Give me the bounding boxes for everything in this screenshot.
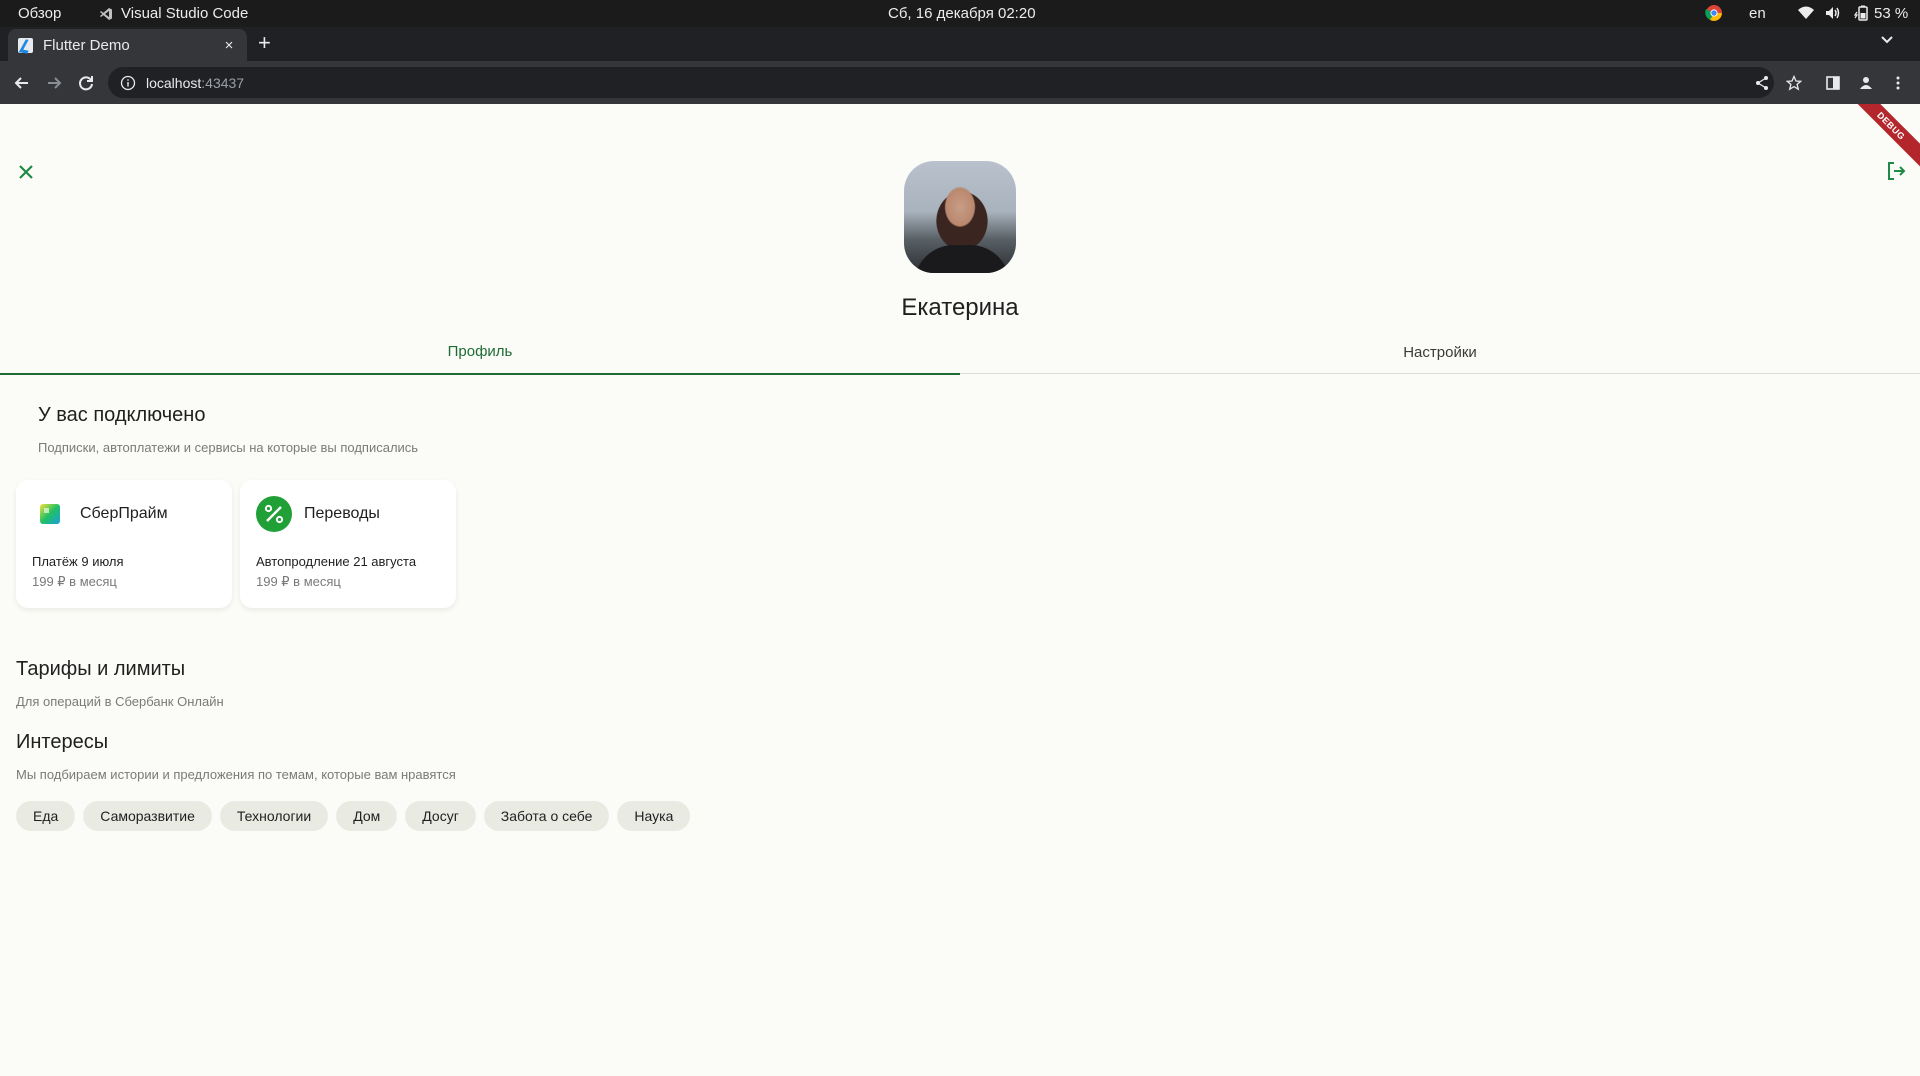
keyboard-layout[interactable]: en xyxy=(1749,5,1766,22)
wifi-icon[interactable] xyxy=(1797,4,1815,22)
interest-chip[interactable]: Технологии xyxy=(219,801,329,831)
logout-button[interactable] xyxy=(1884,159,1908,183)
subscription-card-sberprime[interactable]: СберПрайм Платёж 9 июля 199 ₽ в месяц xyxy=(16,480,232,608)
tab-profile[interactable]: Профиль xyxy=(0,330,960,375)
tab-settings[interactable]: Настройки xyxy=(960,330,1920,374)
person-icon xyxy=(1860,77,1872,89)
interests-subtitle: Мы подбираем истории и предложения по те… xyxy=(16,767,456,782)
avatar[interactable] xyxy=(904,161,1016,273)
battery-percent: 53 % xyxy=(1874,5,1909,22)
interests-title: Интересы xyxy=(16,731,109,753)
logout-icon xyxy=(1888,162,1906,180)
activities-button[interactable]: Обзор xyxy=(18,5,61,22)
card-name: СберПрайм xyxy=(80,505,168,522)
volume-icon[interactable] xyxy=(1824,4,1842,22)
star-icon xyxy=(1786,75,1802,91)
forward-button[interactable] xyxy=(43,72,65,94)
more-vert-icon xyxy=(1896,76,1900,90)
interest-chips: Еда Саморазвитие Технологии Дом Досуг За… xyxy=(16,801,691,831)
app-viewport: DEBUG Екатерина Профиль Настройки У вас … xyxy=(0,104,1920,1076)
connected-subtitle: Подписки, автоплатежи и сервисы на котор… xyxy=(38,440,419,455)
share-button[interactable] xyxy=(1751,72,1773,94)
clock[interactable]: Сб, 16 декабря 02:20 xyxy=(888,5,1036,22)
browser-tab[interactable]: Flutter Demo × xyxy=(8,29,247,61)
card-renewal-date: Автопродление 21 августа xyxy=(256,554,417,569)
card-price: 199 ₽ в месяц xyxy=(256,574,341,589)
active-app-label: Visual Studio Code xyxy=(121,5,249,22)
tab-search-chevron-icon[interactable] xyxy=(1880,33,1894,47)
profile-button[interactable] xyxy=(1855,72,1877,94)
chrome-icon[interactable] xyxy=(1705,4,1723,22)
battery-icon[interactable] xyxy=(1854,4,1872,22)
tariffs-subtitle: Для операций в Сбербанк Онлайн xyxy=(16,694,224,709)
percent-icon xyxy=(256,496,292,532)
side-panel-button[interactable] xyxy=(1822,72,1844,94)
tab-title: Flutter Demo xyxy=(43,36,130,54)
vscode-icon xyxy=(100,7,112,20)
card-price: 199 ₽ в месяц xyxy=(32,574,117,589)
interest-chip[interactable]: Саморазвитие xyxy=(83,801,212,831)
address-bar[interactable]: localhost:43437 xyxy=(108,67,1774,98)
flutter-favicon-icon xyxy=(18,37,33,53)
browser-toolbar: localhost:43437 xyxy=(0,61,1920,104)
share-icon xyxy=(1756,76,1768,90)
close-button[interactable] xyxy=(14,160,38,184)
card-payment-date: Платёж 9 июля xyxy=(32,554,124,569)
reload-button[interactable] xyxy=(75,72,97,94)
connected-title: У вас подключено xyxy=(38,404,206,426)
arrow-left-icon xyxy=(14,77,28,89)
tab-close-button[interactable]: × xyxy=(221,37,237,54)
interest-chip[interactable]: Еда xyxy=(16,801,76,831)
user-name: Екатерина xyxy=(901,294,1019,321)
sberprime-icon xyxy=(32,496,68,532)
tariffs-title[interactable]: Тарифы и лимиты xyxy=(16,658,185,681)
side-panel-icon xyxy=(1826,76,1840,90)
os-top-bar: Обзор Visual Studio Code Сб, 16 декабря … xyxy=(0,0,1920,27)
interest-chip[interactable]: Забота о себе xyxy=(483,801,610,831)
arrow-right-icon xyxy=(48,77,62,89)
interest-chip[interactable]: Досуг xyxy=(405,801,476,831)
new-tab-button[interactable]: + xyxy=(258,31,271,55)
close-icon xyxy=(19,165,33,179)
profile-tabs: Профиль Настройки xyxy=(0,330,1920,375)
url-port: :43437 xyxy=(201,74,245,91)
subscription-card-transfers[interactable]: Переводы Автопродление 21 августа 199 ₽ … xyxy=(240,480,456,608)
active-app-menu[interactable]: Visual Studio Code xyxy=(99,5,248,22)
bookmark-button[interactable] xyxy=(1783,72,1805,94)
reload-icon xyxy=(79,76,93,91)
site-info-icon[interactable] xyxy=(120,75,136,91)
interest-chip[interactable]: Дом xyxy=(336,801,398,831)
url-host: localhost xyxy=(146,74,202,91)
browser-menu-button[interactable] xyxy=(1887,72,1909,94)
interest-chip[interactable]: Наука xyxy=(617,801,691,831)
card-name: Переводы xyxy=(304,505,380,522)
back-button[interactable] xyxy=(11,72,33,94)
browser-tab-strip: Flutter Demo × + xyxy=(0,27,1920,61)
